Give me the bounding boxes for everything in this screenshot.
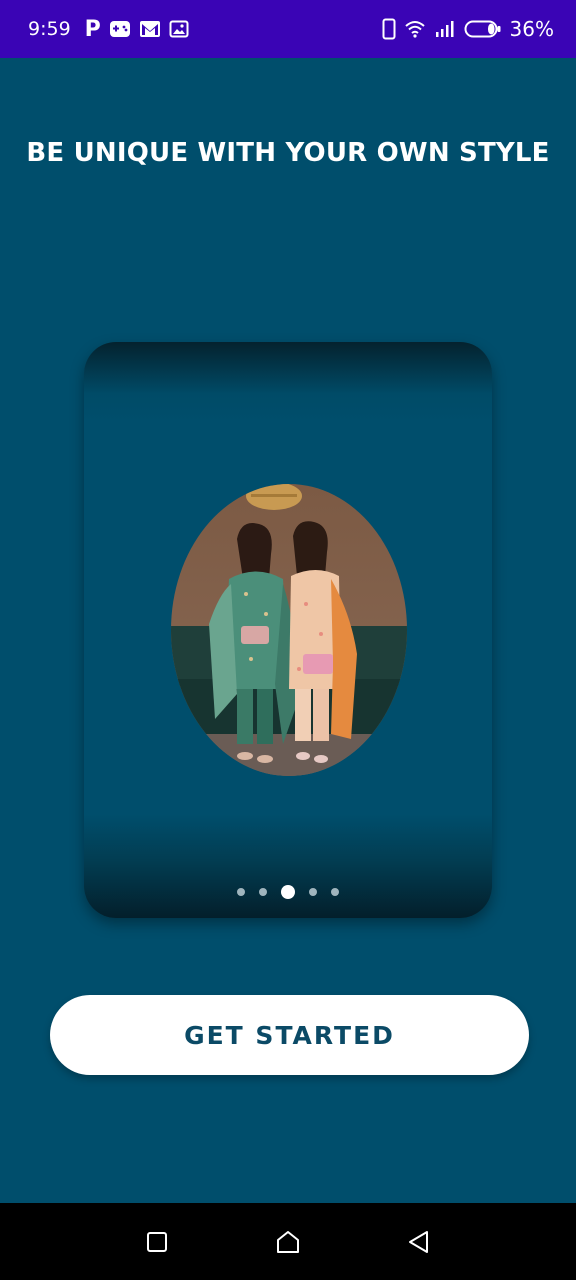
recents-icon[interactable] [137,1222,177,1262]
get-started-button[interactable]: GET STARTED [50,995,529,1075]
gallery-icon [169,20,189,38]
status-right: 36% [382,17,554,41]
status-time: 9:59 [28,18,71,40]
status-bar: 9:59 P 36% [0,0,576,58]
home-icon[interactable] [268,1222,308,1262]
page-dot-3-active[interactable] [281,885,295,899]
battery-percent: 36% [509,17,554,41]
wifi-icon [404,19,426,39]
parking-icon: P [84,16,101,42]
gmail-icon [139,20,161,38]
gamepad-icon [109,20,131,38]
phone-icon [382,18,396,40]
signal-icon [434,20,456,38]
onboarding-headline: BE UNIQUE WITH YOUR OWN STYLE [26,138,550,168]
status-left: 9:59 P [28,17,189,42]
battery-icon [464,19,502,39]
back-icon[interactable] [399,1222,439,1262]
page-dot-5[interactable] [331,888,339,896]
page-dot-2[interactable] [259,888,267,896]
system-nav-bar [0,1203,576,1280]
carousel-card[interactable] [84,342,492,918]
page-dot-4[interactable] [309,888,317,896]
page-dot-1[interactable] [237,888,245,896]
carousel-pagination [84,885,492,899]
fashion-photo [171,484,407,776]
